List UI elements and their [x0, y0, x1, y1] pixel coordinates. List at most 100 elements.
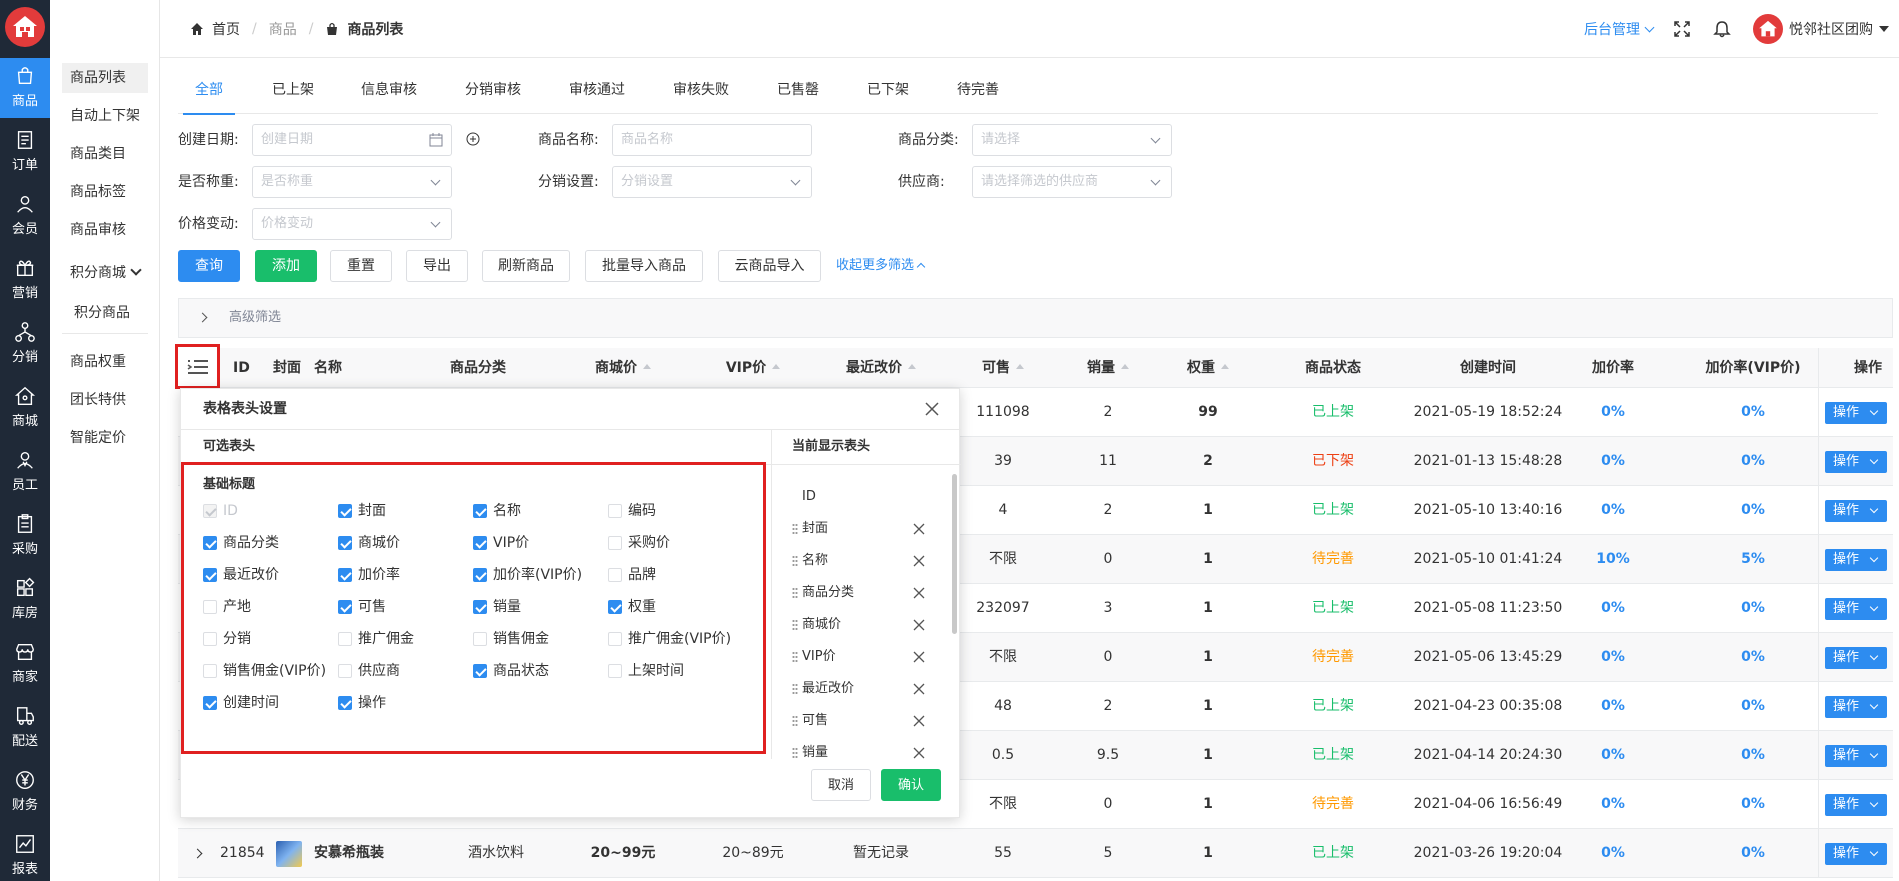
current-column-item[interactable]: 最近改价 [792, 677, 937, 701]
column-checkbox[interactable]: 最近改价 [203, 565, 279, 585]
current-column-item[interactable]: 商品分类 [792, 581, 937, 605]
column-header[interactable]: 权重 [1178, 348, 1238, 388]
operation-button[interactable]: 操作 [1825, 794, 1887, 816]
fullscreen-icon[interactable] [1673, 20, 1691, 38]
drag-handle-icon[interactable] [792, 587, 798, 599]
sub-item-3[interactable]: 商品标签 [62, 177, 148, 207]
current-column-item[interactable]: 名称 [792, 549, 937, 573]
column-checkbox[interactable]: 销量 [473, 597, 521, 617]
refresh-goods-button[interactable]: 刷新商品 [482, 250, 570, 282]
tab-7[interactable]: 已下架 [867, 76, 909, 114]
nav-item-8[interactable]: 库房 [0, 570, 50, 630]
operation-button[interactable]: 操作 [1825, 647, 1887, 669]
reset-button[interactable]: 重置 [330, 250, 392, 282]
table-row[interactable]: 21854 安慕希瓶装 酒水饮料 20~99元 20~89元 暂无记录 55 5 1 已上架 202… [178, 829, 1893, 878]
column-checkbox[interactable]: VIP价 [473, 533, 529, 553]
column-checkbox[interactable]: 编码 [608, 501, 656, 521]
category-select[interactable]: 请选择 [972, 124, 1172, 156]
column-checkbox[interactable]: 产地 [203, 597, 251, 617]
add-circle-icon[interactable] [466, 132, 480, 146]
nav-item-12[interactable]: 报表 [0, 826, 50, 881]
operation-button[interactable]: 操作 [1825, 598, 1887, 620]
sub-item-0[interactable]: 商品列表 [62, 63, 148, 93]
column-checkbox[interactable]: 商品分类 [203, 533, 279, 553]
nav-item-10[interactable]: 配送 [0, 698, 50, 758]
tab-8[interactable]: 待完善 [957, 76, 999, 114]
drag-handle-icon[interactable] [792, 619, 798, 631]
current-column-item[interactable]: VIP价 [792, 645, 937, 669]
tab-1[interactable]: 已上架 [272, 76, 314, 114]
remove-icon[interactable] [913, 555, 925, 567]
column-checkbox[interactable]: 加价率 [338, 565, 400, 585]
nav-item-6[interactable]: 员工 [0, 442, 50, 502]
current-column-item[interactable]: 销量 [792, 741, 937, 759]
sub-item-7[interactable]: 商品权重 [62, 347, 148, 377]
export-button[interactable]: 导出 [406, 250, 468, 282]
tab-0[interactable]: 全部 [183, 76, 235, 115]
sub-item-5[interactable]: 积分商城 [62, 258, 148, 288]
operation-button[interactable]: 操作 [1825, 696, 1887, 718]
nav-item-9[interactable]: 商家 [0, 634, 50, 694]
batch-import-button[interactable]: 批量导入商品 [585, 250, 703, 282]
remove-icon[interactable] [913, 715, 925, 727]
breadcrumb-mid[interactable]: 商品 [269, 19, 297, 39]
nav-item-11[interactable]: 财务 [0, 762, 50, 822]
remove-icon[interactable] [913, 747, 925, 759]
column-checkbox[interactable]: 商品状态 [473, 661, 549, 681]
remove-icon[interactable] [913, 587, 925, 599]
column-checkbox[interactable]: 上架时间 [608, 661, 684, 681]
cancel-button[interactable]: 取消 [811, 769, 871, 801]
column-checkbox[interactable]: 分销 [203, 629, 251, 649]
tab-2[interactable]: 信息审核 [361, 76, 417, 114]
drag-handle-icon[interactable] [792, 555, 798, 567]
tab-4[interactable]: 审核通过 [569, 76, 625, 114]
operation-button[interactable]: 操作 [1825, 843, 1887, 865]
current-columns-list[interactable]: ID 封面名称商品分类商城价 VIP价最近改价可售销量 [772, 465, 961, 759]
collapse-filters-link[interactable]: 收起更多筛选 [836, 250, 926, 282]
remove-icon[interactable] [913, 523, 925, 535]
current-column-item[interactable]: 商城价 [792, 613, 937, 637]
column-checkbox[interactable]: 可售 [338, 597, 386, 617]
column-checkbox[interactable]: 加价率(VIP价) [473, 565, 582, 585]
price-change-select[interactable]: 价格变动 [252, 208, 452, 240]
add-button[interactable]: 添加 [255, 250, 317, 282]
remove-icon[interactable] [913, 651, 925, 663]
remove-icon[interactable] [913, 619, 925, 631]
operation-button[interactable]: 操作 [1825, 500, 1887, 522]
nav-item-7[interactable]: 采购 [0, 506, 50, 566]
dist-select[interactable]: 分销设置 [612, 166, 812, 198]
drag-handle-icon[interactable] [792, 651, 798, 663]
sub-item-8[interactable]: 团长特供 [62, 385, 148, 415]
current-column-item[interactable]: 可售 [792, 709, 937, 733]
breadcrumb-home[interactable]: 首页 [212, 19, 240, 39]
drag-handle-icon[interactable] [792, 523, 798, 535]
column-checkbox[interactable]: 采购价 [608, 533, 670, 553]
supplier-select[interactable]: 请选择筛选的供应商 [972, 166, 1172, 198]
avatar[interactable] [1753, 14, 1783, 44]
nav-item-0[interactable]: 商品 [0, 58, 50, 118]
column-checkbox[interactable]: 推广佣金(VIP价) [608, 629, 731, 649]
sub-item-1[interactable]: 自动上下架 [62, 101, 148, 131]
nav-item-1[interactable]: 订单 [0, 122, 50, 182]
current-column-item[interactable]: ID [792, 485, 937, 509]
drag-handle-icon[interactable] [792, 747, 798, 759]
tab-6[interactable]: 已售罄 [777, 76, 819, 114]
admin-dropdown[interactable]: 后台管理 [1584, 19, 1655, 39]
brand-dropdown[interactable]: 悦邻社区团购 [1789, 19, 1889, 39]
column-checkbox[interactable]: 商城价 [338, 533, 400, 553]
nav-item-5[interactable]: 商城 [0, 378, 50, 438]
operation-button[interactable]: 操作 [1825, 745, 1887, 767]
query-button[interactable]: 查询 [178, 250, 240, 282]
sub-item-2[interactable]: 商品类目 [62, 139, 148, 169]
column-checkbox[interactable]: 推广佣金 [338, 629, 414, 649]
tab-5[interactable]: 审核失败 [673, 76, 729, 114]
operation-button[interactable]: 操作 [1825, 451, 1887, 473]
remove-icon[interactable] [913, 683, 925, 695]
nav-item-4[interactable]: 分销 [0, 314, 50, 374]
column-checkbox[interactable]: 操作 [338, 693, 386, 713]
name-input[interactable]: 商品名称 [612, 124, 812, 156]
current-column-item[interactable]: 封面 [792, 517, 937, 541]
scrollbar[interactable] [952, 474, 957, 634]
column-checkbox[interactable]: 销售佣金(VIP价) [203, 661, 326, 681]
drag-handle-icon[interactable] [792, 715, 798, 727]
